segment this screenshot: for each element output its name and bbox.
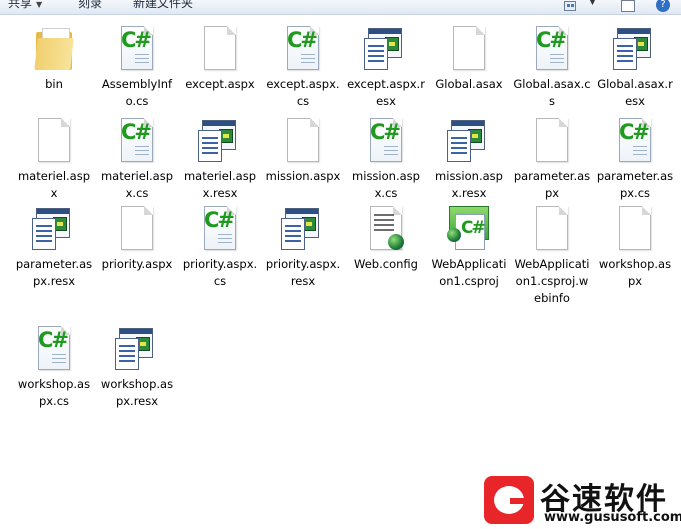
- file-name: parameter.aspx: [513, 169, 591, 200]
- file-item[interactable]: C# except.aspx.cs: [262, 24, 344, 110]
- blank-file-icon: [196, 24, 244, 74]
- file-item[interactable]: Global.asax: [428, 24, 510, 93]
- csharp-file-icon: C#: [611, 116, 659, 166]
- file-name: except.aspx: [185, 77, 255, 91]
- file-item[interactable]: WebApplication1.csproj.webinfo: [511, 204, 593, 307]
- file-item[interactable]: parameter.aspx: [511, 116, 593, 202]
- file-item[interactable]: Web.config: [345, 204, 427, 273]
- view-options-chevron-icon[interactable]: ▼: [589, 0, 596, 7]
- watermark-logo: 谷速软件 www.gususoft.com: [484, 472, 681, 528]
- share-button[interactable]: 共享 ▼: [8, 0, 42, 11]
- file-item[interactable]: C# AssemblyInfo.cs: [96, 24, 178, 110]
- watermark-url: www.gususoft.com: [544, 510, 681, 525]
- blank-file-icon: [611, 204, 659, 254]
- file-item[interactable]: C# materiel.aspx.cs: [96, 116, 178, 202]
- resource-file-icon: [279, 204, 327, 254]
- blank-file-icon: [445, 24, 493, 74]
- file-item[interactable]: C# parameter.aspx.cs: [594, 116, 676, 202]
- file-name: WebApplication1.csproj.webinfo: [514, 257, 590, 305]
- command-bar: 共享 ▼ 刻录 新建文件夹 ▼ ?: [0, 0, 681, 15]
- file-item[interactable]: workshop.aspx: [594, 204, 676, 290]
- file-name: Web.config: [354, 257, 418, 271]
- chevron-down-icon: ▼: [36, 0, 43, 9]
- file-item[interactable]: materiel.aspx: [13, 116, 95, 202]
- folder-icon: [30, 24, 78, 74]
- file-name: Global.asax.resx: [597, 77, 673, 108]
- blank-file-icon: [528, 204, 576, 254]
- file-item[interactable]: Global.asax.resx: [594, 24, 676, 110]
- file-name: materiel.aspx.cs: [100, 169, 174, 200]
- file-item[interactable]: C# workshop.aspx.cs: [13, 324, 95, 410]
- file-name: workshop.aspx: [598, 257, 672, 288]
- file-name: mission.aspx: [265, 169, 341, 183]
- change-view-icon[interactable]: [564, 1, 576, 11]
- file-name: mission.aspx.cs: [352, 169, 420, 200]
- file-name: AssemblyInfo.cs: [101, 77, 173, 108]
- file-item[interactable]: mission.aspx: [262, 116, 344, 185]
- file-item[interactable]: C# WebApplication1.csproj: [428, 204, 510, 290]
- file-item[interactable]: bin: [13, 24, 95, 93]
- csharp-file-icon: C#: [362, 116, 410, 166]
- file-name: Global.asax.cs: [513, 77, 591, 108]
- file-item[interactable]: C# mission.aspx.cs: [345, 116, 427, 202]
- resource-file-icon: [362, 24, 410, 74]
- file-item[interactable]: mission.aspx.resx: [428, 116, 510, 202]
- file-item[interactable]: except.aspx.resx: [345, 24, 427, 110]
- gususoft-logo-icon: [484, 476, 534, 524]
- csharp-file-icon: C#: [113, 116, 161, 166]
- resource-file-icon: [30, 204, 78, 254]
- file-name: except.aspx.cs: [266, 77, 340, 108]
- file-item[interactable]: materiel.aspx.resx: [179, 116, 261, 202]
- csharp-project-icon: C#: [445, 204, 493, 254]
- csharp-file-icon: C#: [528, 24, 576, 74]
- new-folder-button[interactable]: 新建文件夹: [133, 0, 193, 11]
- share-label: 共享: [8, 0, 33, 10]
- blank-file-icon: [528, 116, 576, 166]
- resource-file-icon: [611, 24, 659, 74]
- file-name: except.aspx.resx: [347, 77, 425, 108]
- csharp-file-icon: C#: [279, 24, 327, 74]
- file-name: priority.aspx.resx: [265, 257, 341, 288]
- file-item[interactable]: C# Global.asax.cs: [511, 24, 593, 110]
- help-icon[interactable]: ?: [656, 0, 670, 12]
- file-name: Global.asax: [435, 77, 503, 91]
- file-name: workshop.aspx.cs: [17, 377, 91, 408]
- file-name: parameter.aspx.cs: [596, 169, 674, 200]
- file-item[interactable]: C# priority.aspx.cs: [179, 204, 261, 290]
- burn-button[interactable]: 刻录: [78, 0, 102, 11]
- file-item[interactable]: parameter.aspx.resx: [13, 204, 95, 290]
- file-name: parameter.aspx.resx: [15, 257, 93, 288]
- file-item[interactable]: workshop.aspx.resx: [96, 324, 178, 410]
- csharp-file-icon: C#: [113, 24, 161, 74]
- file-name: workshop.aspx.resx: [100, 377, 174, 408]
- resource-file-icon: [196, 116, 244, 166]
- preview-pane-icon[interactable]: [621, 0, 635, 12]
- csharp-file-icon: C#: [30, 324, 78, 374]
- blank-file-icon: [30, 116, 78, 166]
- file-item[interactable]: priority.aspx.resx: [262, 204, 344, 290]
- blank-file-icon: [279, 116, 327, 166]
- config-file-icon: [362, 204, 410, 254]
- csharp-file-icon: C#: [196, 204, 244, 254]
- file-name: materiel.aspx.resx: [183, 169, 257, 200]
- file-item[interactable]: priority.aspx: [96, 204, 178, 273]
- file-name: materiel.aspx: [17, 169, 91, 200]
- file-name: WebApplication1.csproj: [431, 257, 507, 288]
- file-item[interactable]: except.aspx: [179, 24, 261, 93]
- file-name: priority.aspx.cs: [182, 257, 258, 288]
- file-name: priority.aspx: [101, 257, 173, 271]
- file-name: mission.aspx.resx: [435, 169, 503, 200]
- resource-file-icon: [113, 324, 161, 374]
- file-name: bin: [45, 77, 63, 91]
- blank-file-icon: [113, 204, 161, 254]
- resource-file-icon: [445, 116, 493, 166]
